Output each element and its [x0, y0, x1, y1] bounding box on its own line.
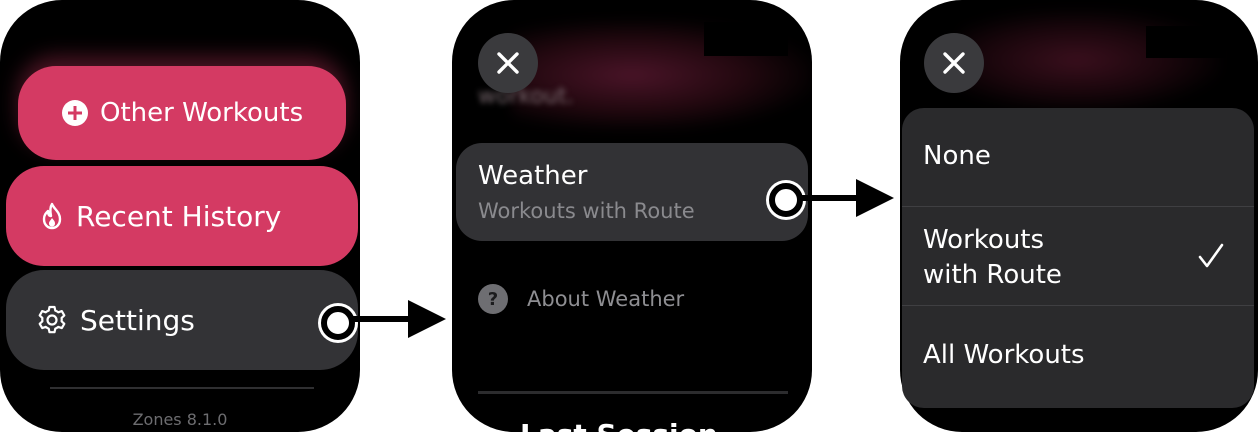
- option-label: None: [923, 141, 991, 171]
- about-weather-link[interactable]: ? About Weather: [478, 284, 684, 314]
- checkmark-icon: [1198, 243, 1224, 268]
- flow-arrow-right: [800, 179, 894, 217]
- weather-title: Weather: [478, 161, 588, 191]
- recent-history-button[interactable]: Recent History: [6, 166, 358, 266]
- tap-indicator: [321, 306, 355, 340]
- gear-icon: [36, 304, 68, 336]
- weather-options-list: None Workouts with Route All Workouts: [902, 108, 1254, 408]
- option-label-line1: Workouts: [923, 225, 1045, 255]
- background-glow: [960, 10, 1220, 110]
- flame-icon: [38, 201, 66, 231]
- flow-illustration: Other Workouts Recent History Settings Z…: [0, 0, 1260, 432]
- plus-circle-icon: [62, 100, 88, 126]
- divider: [50, 387, 314, 389]
- other-workouts-button[interactable]: Other Workouts: [18, 66, 346, 160]
- option-label: Workouts with Route: [923, 223, 1062, 293]
- option-label: All Workouts: [923, 340, 1085, 370]
- option-none[interactable]: None: [902, 108, 1254, 206]
- close-button[interactable]: [478, 33, 538, 93]
- section-heading-cut-off: Last Session: [520, 418, 718, 432]
- version-label: Zones 8.1.0: [132, 410, 228, 429]
- flow-arrow-right: [352, 300, 446, 338]
- weather-current-value: Workouts with Route: [478, 199, 695, 223]
- tap-indicator: [769, 183, 803, 217]
- watch-screen-main-menu: Other Workouts Recent History Settings Z…: [0, 0, 360, 432]
- weather-setting-row[interactable]: Weather Workouts with Route: [456, 143, 808, 241]
- close-icon: [497, 52, 519, 74]
- question-circle-icon: ?: [478, 284, 508, 314]
- settings-button[interactable]: Settings: [6, 270, 358, 370]
- close-icon: [943, 52, 965, 74]
- recent-history-label: Recent History: [76, 199, 282, 233]
- other-workouts-label: Other Workouts: [100, 98, 304, 128]
- redacted-status-box: [256, 30, 318, 62]
- divider: [478, 391, 788, 394]
- settings-label: Settings: [80, 303, 195, 337]
- close-button[interactable]: [924, 33, 984, 93]
- option-all-workouts[interactable]: All Workouts: [902, 306, 1254, 406]
- option-label-line2: with Route: [923, 260, 1062, 290]
- redacted-status-box: [1146, 26, 1226, 58]
- redacted-status-box: [704, 22, 788, 56]
- option-workouts-with-route[interactable]: Workouts with Route: [902, 207, 1254, 305]
- about-weather-label: About Weather: [527, 287, 685, 311]
